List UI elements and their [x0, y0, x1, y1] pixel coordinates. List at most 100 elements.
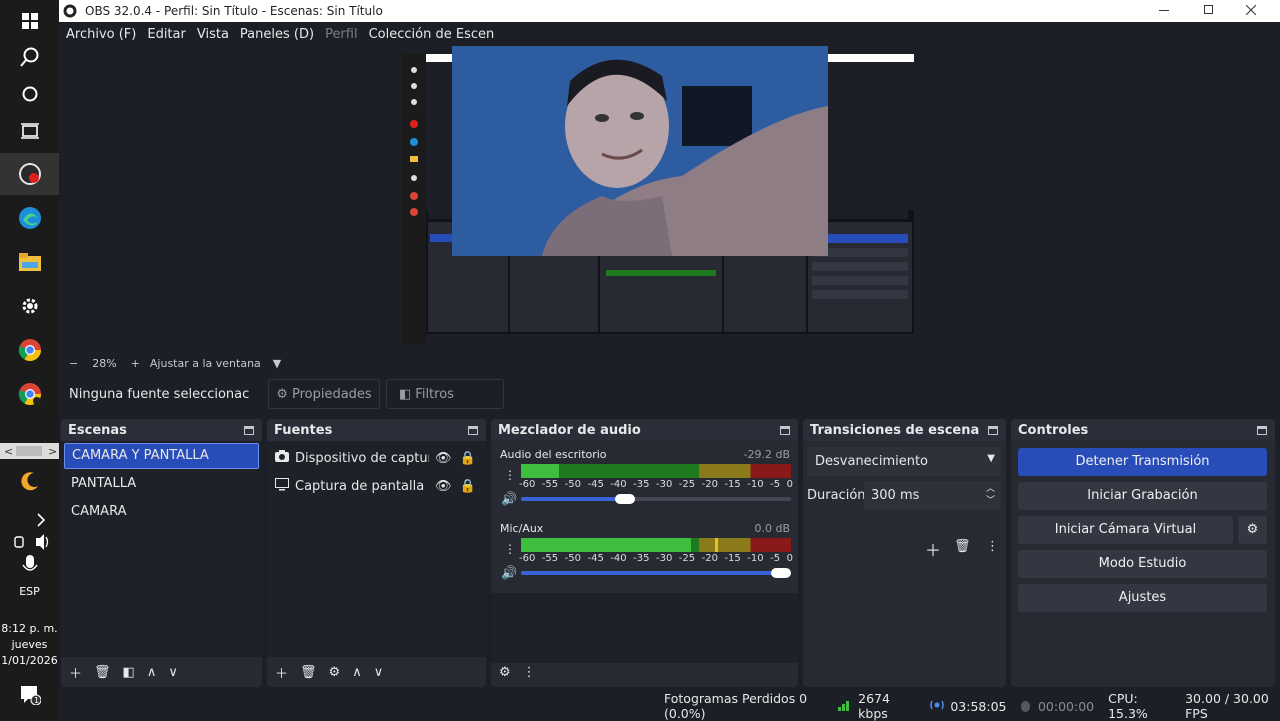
moon-icon[interactable]	[0, 460, 59, 502]
source-item[interactable]: Captura de pantalla 👁 🔒	[267, 472, 486, 500]
add-source-icon[interactable]: ＋	[275, 663, 288, 682]
kebab-menu-icon[interactable]: ⋮	[986, 539, 999, 554]
chrome-icon[interactable]	[0, 329, 59, 371]
zoom-out-button[interactable]: −	[69, 357, 78, 370]
file-explorer-icon[interactable]	[0, 241, 59, 283]
chevron-down-icon[interactable]: ▼	[273, 357, 281, 370]
minimize-icon[interactable]	[1159, 10, 1169, 11]
add-scene-icon[interactable]: ＋	[69, 663, 82, 682]
move-down-icon[interactable]: ∨	[374, 665, 384, 680]
advanced-audio-icon[interactable]: ⚙	[499, 665, 511, 680]
gear-icon: ⚙	[276, 386, 288, 402]
kebab-menu-icon[interactable]: ⋮	[523, 665, 536, 680]
obs-logo-icon	[63, 4, 77, 18]
stepper-icon[interactable]: ︿ ﹀	[986, 483, 995, 507]
virtual-camera-settings-gear-icon[interactable]: ⚙	[1238, 516, 1267, 544]
settings-gear-icon[interactable]	[0, 285, 59, 327]
speaker-icon[interactable]: 🔊	[501, 566, 517, 581]
filters-label: Filtros	[415, 386, 454, 402]
duration-input[interactable]: 300 ms ︿ ﹀	[864, 481, 1001, 510]
studio-mode-button[interactable]: Modo Estudio	[1018, 550, 1267, 578]
gear-icon[interactable]: ⚙	[329, 665, 341, 680]
duration-label: Duración	[807, 488, 866, 503]
volume-knob[interactable]	[771, 568, 791, 578]
undock-icon[interactable]	[1257, 425, 1267, 435]
transition-selected: Desvanecimiento	[815, 454, 929, 469]
peak-marker	[715, 538, 718, 552]
channel-db: 0.0 dB	[754, 522, 790, 535]
mixer-channels: Audio del escritorio -29.2 dB ⋮ -60 -55 -5…	[491, 441, 798, 663]
notifications-icon[interactable]: 1	[0, 676, 59, 712]
kebab-menu-icon[interactable]: ⋮	[504, 468, 516, 482]
scene-item[interactable]: CAMARA Y PANTALLA	[64, 443, 259, 469]
stop-stream-button[interactable]: Detener Transmisión	[1018, 448, 1267, 476]
volume-slider-fill[interactable]	[521, 497, 625, 501]
clock-time[interactable]: 8:12 p. m.	[0, 620, 59, 636]
lock-icon[interactable]: 🔒	[460, 479, 476, 494]
trash-icon[interactable]: 🗑	[94, 665, 111, 680]
move-down-icon[interactable]: ∨	[168, 665, 178, 680]
properties-button[interactable]: ⚙ Propiedades	[268, 379, 380, 409]
monitor-icon	[275, 477, 295, 495]
menu-bar: Archivo (F) Editar Vista Paneles (D) Per…	[59, 22, 1280, 46]
windows-taskbar: < > ESP 8:12 p. m. jueves 1/01/2026 1	[0, 0, 59, 720]
level-meter	[521, 464, 791, 478]
properties-label: Propiedades	[291, 386, 372, 402]
eye-icon[interactable]: 👁	[435, 479, 452, 494]
menu-coleccion[interactable]: Colección de Escen	[369, 27, 495, 42]
zoom-in-button[interactable]: +	[131, 357, 140, 370]
scene-filters-icon[interactable]: ◧	[123, 665, 135, 680]
scene-item[interactable]: PANTALLA	[64, 471, 259, 497]
close-icon[interactable]	[1246, 5, 1256, 15]
scenes-dock: Escenas CAMARA Y PANTALLA PANTALLA CAMAR…	[61, 419, 262, 687]
chrome-profile-icon[interactable]	[0, 373, 59, 415]
source-item[interactable]: Dispositivo de captura d 👁 🔒	[267, 444, 486, 472]
preview-area[interactable]	[59, 46, 1280, 354]
undock-icon[interactable]	[244, 425, 254, 435]
menu-archivo[interactable]: Archivo (F)	[66, 27, 136, 42]
trash-icon[interactable]: 🗑	[954, 539, 971, 554]
menu-editar[interactable]: Editar	[147, 27, 186, 42]
volume-slider-track[interactable]	[625, 497, 791, 501]
kebab-menu-icon[interactable]: ⋮	[504, 542, 516, 556]
eye-icon[interactable]: 👁	[435, 451, 452, 466]
edge-icon[interactable]	[0, 197, 59, 239]
cortana-icon[interactable]	[0, 73, 59, 115]
stream-time: 03:58:05	[950, 698, 1007, 714]
start-recording-button[interactable]: Iniciar Grabación	[1018, 482, 1267, 510]
scene-item[interactable]: CAMARA	[64, 499, 259, 525]
taskbar-scroll[interactable]: < >	[0, 443, 59, 459]
undock-icon[interactable]	[988, 425, 998, 435]
virtual-camera-button[interactable]: Iniciar Cámara Virtual	[1018, 516, 1233, 544]
add-transition-icon[interactable]: ＋	[925, 537, 941, 561]
channel-db: -29.2 dB	[743, 448, 791, 461]
obs-window: OBS 32.0.4 - Perfil: Sin Título - Escena…	[59, 0, 1280, 721]
move-up-icon[interactable]: ∧	[352, 665, 362, 680]
controls-body: Detener Transmisión Iniciar Grabación In…	[1011, 441, 1275, 657]
trash-icon[interactable]: 🗑	[300, 665, 317, 680]
menu-vista[interactable]: Vista	[197, 27, 229, 42]
transition-select[interactable]: Desvanecimiento ▼	[807, 447, 1001, 476]
menu-paneles[interactable]: Paneles (D)	[240, 27, 314, 42]
filters-button[interactable]: ◧ Filtros	[386, 379, 504, 409]
task-view-icon[interactable]	[0, 110, 59, 152]
volume-slider-fill[interactable]	[521, 571, 789, 575]
duration-value: 300 ms	[871, 488, 920, 503]
fit-to-window[interactable]: Ajustar a la ventana	[150, 357, 261, 370]
fps: 30.00 / 30.00 FPS	[1185, 691, 1269, 721]
menu-perfil[interactable]: Perfil	[325, 27, 358, 42]
maximize-icon[interactable]	[1204, 5, 1213, 14]
language-indicator[interactable]: ESP	[0, 578, 59, 604]
signal-icon	[838, 699, 852, 714]
undock-icon[interactable]	[468, 425, 478, 435]
search-icon[interactable]	[0, 36, 59, 78]
mixer-title: Mezclador de audio	[498, 422, 641, 438]
lock-icon[interactable]: 🔒	[460, 451, 476, 466]
undock-icon[interactable]	[780, 425, 790, 435]
speaker-icon[interactable]: 🔊	[501, 492, 517, 507]
move-up-icon[interactable]: ∧	[147, 665, 157, 680]
volume-knob[interactable]	[615, 494, 635, 504]
settings-button[interactable]: Ajustes	[1018, 584, 1267, 612]
obs-app-icon[interactable]	[0, 153, 59, 195]
zoom-level[interactable]: 28%	[92, 357, 116, 370]
